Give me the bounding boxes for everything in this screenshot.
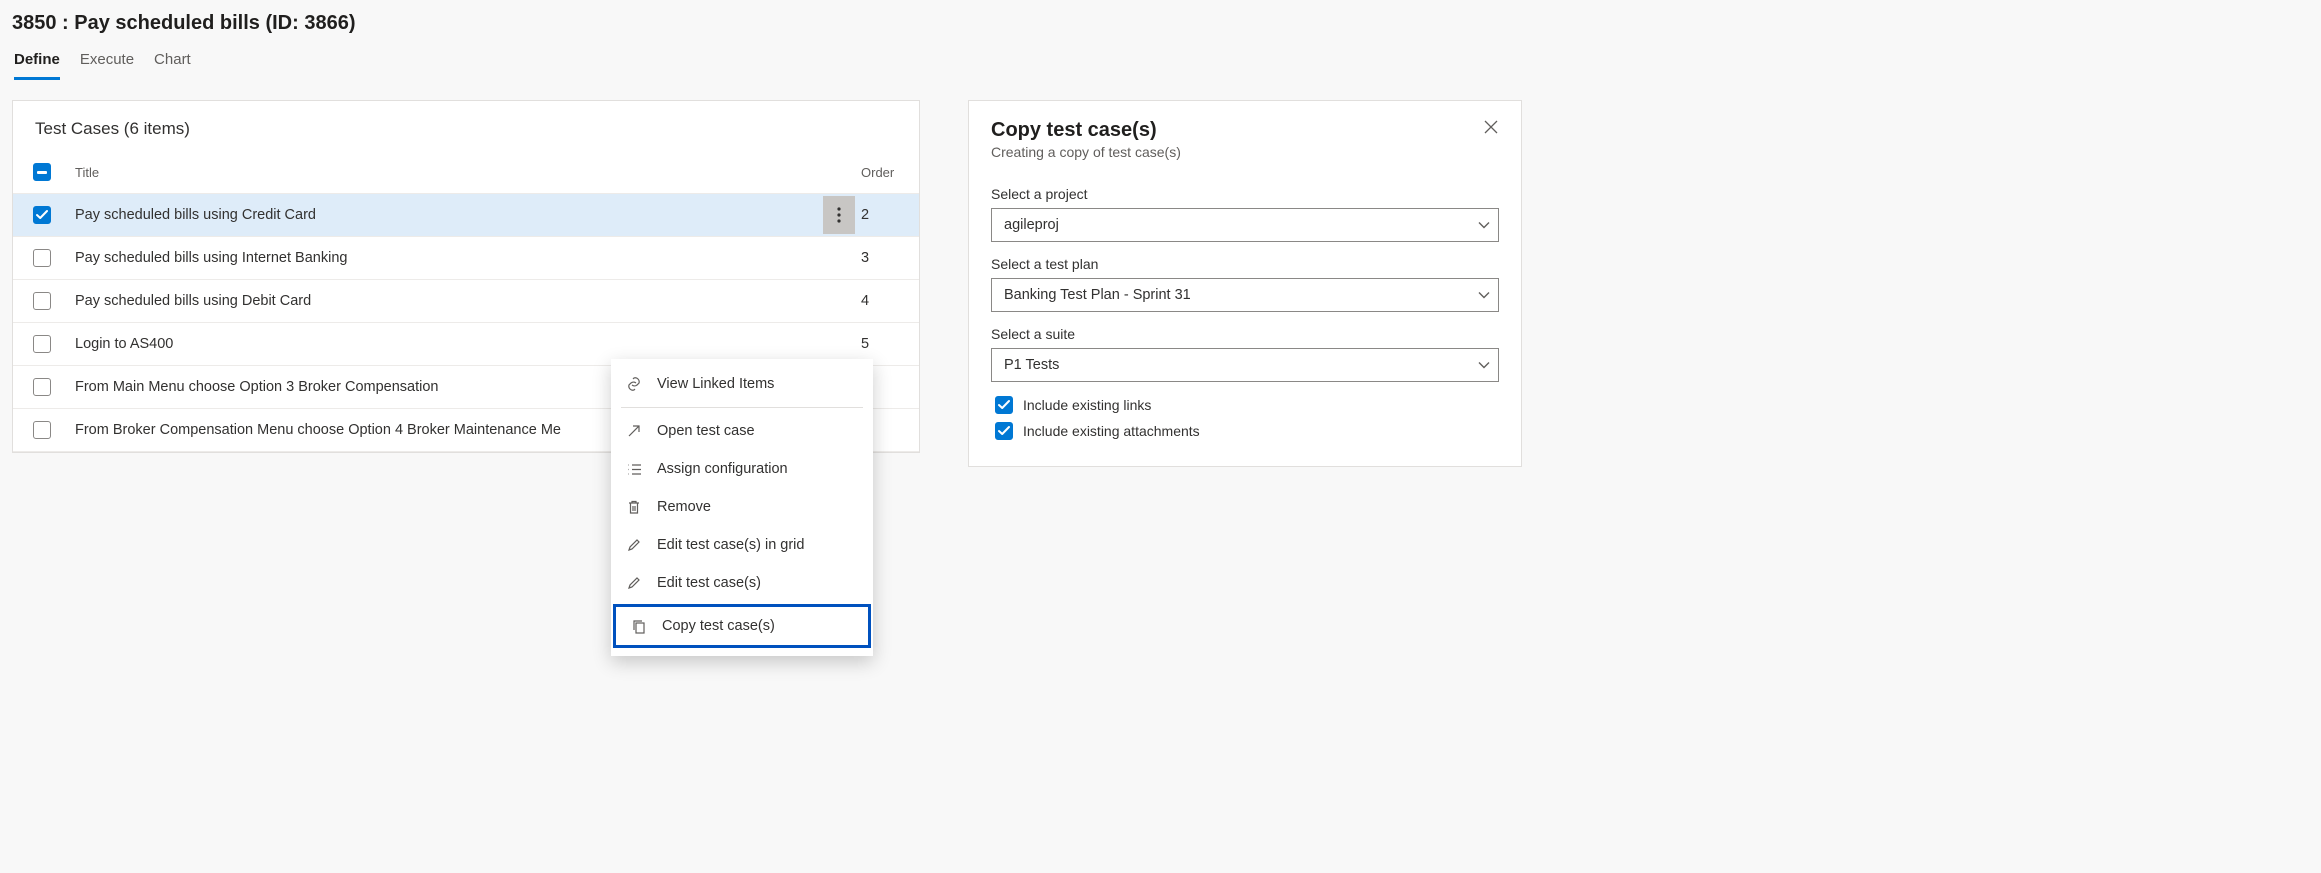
open-icon bbox=[625, 422, 643, 440]
menu-label: View Linked Items bbox=[657, 376, 774, 392]
select-all-checkbox[interactable] bbox=[33, 163, 51, 181]
trash-icon bbox=[625, 498, 643, 516]
test-cases-panel: Test Cases (6 items) Title Order Pay sch… bbox=[12, 100, 920, 453]
chevron-down-icon bbox=[1478, 287, 1490, 303]
plan-label: Select a test plan bbox=[991, 256, 1499, 272]
row-order: 4 bbox=[857, 293, 907, 309]
include-attachments-label: Include existing attachments bbox=[1023, 423, 1200, 439]
table-row[interactable]: Pay scheduled bills using Debit Card 4 bbox=[13, 280, 919, 323]
include-links-label: Include existing links bbox=[1023, 397, 1151, 413]
close-button[interactable] bbox=[1483, 119, 1499, 138]
menu-label: Remove bbox=[657, 499, 711, 515]
menu-view-linked-items[interactable]: View Linked Items bbox=[611, 365, 873, 403]
table-row[interactable]: Pay scheduled bills using Internet Banki… bbox=[13, 237, 919, 280]
row-actions-button[interactable] bbox=[823, 196, 855, 234]
copy-icon bbox=[630, 617, 648, 635]
table-row[interactable]: Pay scheduled bills using Credit Card 2 bbox=[13, 194, 919, 237]
include-attachments-checkbox[interactable] bbox=[995, 422, 1013, 440]
row-order: 5 bbox=[857, 336, 907, 352]
copy-test-cases-panel: Copy test case(s) Creating a copy of tes… bbox=[968, 100, 1522, 467]
project-label: Select a project bbox=[991, 186, 1499, 202]
menu-divider bbox=[621, 407, 863, 408]
row-checkbox[interactable] bbox=[33, 206, 51, 224]
tab-define[interactable]: Define bbox=[14, 47, 60, 80]
suite-label: Select a suite bbox=[991, 326, 1499, 342]
menu-copy-test-cases[interactable]: Copy test case(s) bbox=[613, 604, 871, 648]
row-checkbox[interactable] bbox=[33, 335, 51, 353]
link-icon bbox=[625, 375, 643, 393]
tab-bar: Define Execute Chart bbox=[12, 47, 2309, 80]
menu-open-test-case[interactable]: Open test case bbox=[611, 412, 873, 450]
row-checkbox[interactable] bbox=[33, 378, 51, 396]
column-title-header[interactable]: Title bbox=[73, 165, 821, 180]
pencil-icon bbox=[625, 574, 643, 592]
menu-label: Assign configuration bbox=[657, 461, 788, 477]
list-icon bbox=[625, 460, 643, 478]
row-title: Pay scheduled bills using Credit Card bbox=[73, 207, 821, 223]
row-checkbox[interactable] bbox=[33, 421, 51, 439]
menu-label: Edit test case(s) in grid bbox=[657, 537, 804, 553]
side-panel-title: Copy test case(s) bbox=[991, 119, 1181, 142]
row-order: 2 bbox=[857, 207, 907, 223]
plan-select[interactable]: Banking Test Plan - Sprint 31 bbox=[991, 278, 1499, 312]
column-order-header[interactable]: Order bbox=[857, 165, 907, 180]
menu-remove[interactable]: Remove bbox=[611, 488, 873, 526]
context-menu: View Linked Items Open test case Assign … bbox=[611, 359, 873, 656]
grid-header: Title Order bbox=[13, 151, 919, 194]
row-title: Pay scheduled bills using Internet Banki… bbox=[73, 250, 821, 266]
page-title: 3850 : Pay scheduled bills (ID: 3866) bbox=[12, 12, 2309, 47]
menu-assign-configuration[interactable]: Assign configuration bbox=[611, 450, 873, 488]
project-select[interactable]: agileproj bbox=[991, 208, 1499, 242]
menu-label: Copy test case(s) bbox=[662, 618, 775, 634]
chevron-down-icon bbox=[1478, 357, 1490, 373]
row-title: Pay scheduled bills using Debit Card bbox=[73, 293, 821, 309]
row-title: Login to AS400 bbox=[73, 336, 821, 352]
tab-chart[interactable]: Chart bbox=[154, 47, 191, 80]
menu-edit-test-cases[interactable]: Edit test case(s) bbox=[611, 564, 873, 602]
select-value: P1 Tests bbox=[1004, 357, 1059, 373]
select-value: Banking Test Plan - Sprint 31 bbox=[1004, 287, 1191, 303]
panel-title: Test Cases (6 items) bbox=[13, 101, 919, 151]
row-order: 3 bbox=[857, 250, 907, 266]
select-value: agileproj bbox=[1004, 217, 1059, 233]
row-checkbox[interactable] bbox=[33, 292, 51, 310]
chevron-down-icon bbox=[1478, 217, 1490, 233]
include-links-checkbox[interactable] bbox=[995, 396, 1013, 414]
suite-select[interactable]: P1 Tests bbox=[991, 348, 1499, 382]
row-checkbox[interactable] bbox=[33, 249, 51, 267]
menu-edit-in-grid[interactable]: Edit test case(s) in grid bbox=[611, 526, 873, 564]
menu-label: Open test case bbox=[657, 423, 755, 439]
pencil-icon bbox=[625, 536, 643, 554]
side-panel-subtitle: Creating a copy of test case(s) bbox=[991, 144, 1181, 160]
menu-label: Edit test case(s) bbox=[657, 575, 761, 591]
tab-execute[interactable]: Execute bbox=[80, 47, 134, 80]
